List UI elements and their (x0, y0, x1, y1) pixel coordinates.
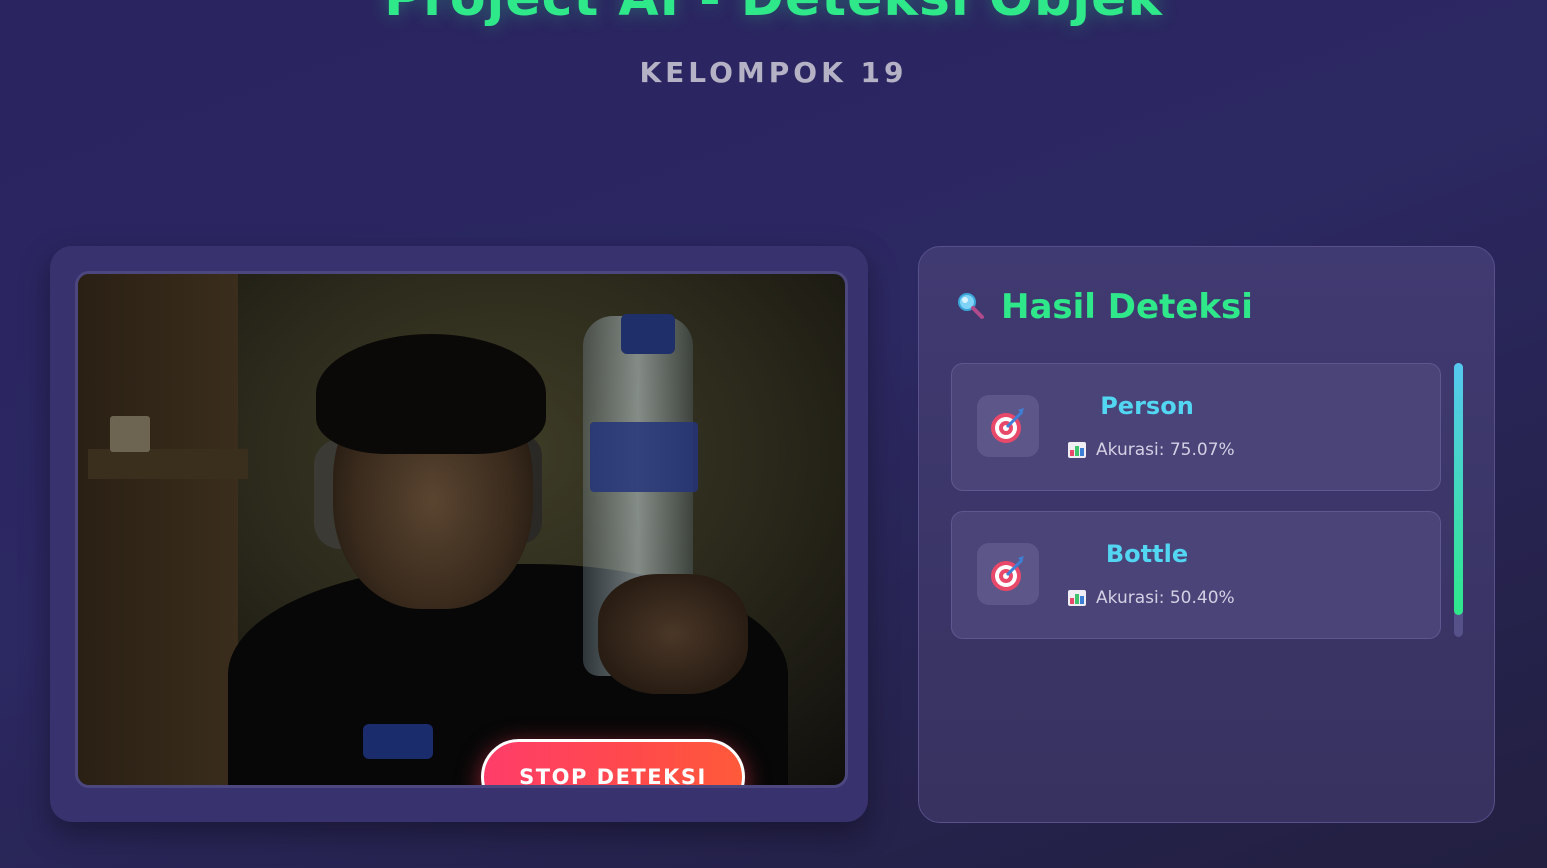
webcam-blue-object (363, 724, 433, 759)
detection-results-panel: Hasil Deteksi Person Akurasi: 75.07% Bot… (918, 246, 1495, 823)
target-icon (977, 395, 1039, 457)
page-title: Project AI - Deteksi Objek (0, 0, 1547, 28)
page-subtitle: KELOMPOK 19 (639, 56, 908, 89)
webcam-person-hand (598, 574, 748, 694)
result-item-person: Person Akurasi: 75.07% (951, 363, 1441, 491)
webcam-shelf (88, 449, 248, 479)
results-title: Hasil Deteksi (1001, 287, 1253, 327)
stop-detection-button[interactable]: STOP DETEKSI (481, 739, 745, 785)
webcam-video-feed: STOP DETEKSI (75, 271, 848, 788)
result-accuracy-text: Akurasi: 75.07% (1096, 440, 1235, 460)
webcam-person-hair (316, 334, 546, 454)
result-accuracy: Akurasi: 75.07% (1068, 440, 1235, 460)
webcam-bottle-label (590, 422, 698, 492)
camera-panel: STOP DETEKSI (50, 246, 868, 822)
magnifier-icon (955, 290, 985, 324)
results-scrollbar[interactable] (1454, 363, 1463, 637)
webcam-light-switch (110, 416, 150, 452)
results-scrollbar-thumb[interactable] (1454, 363, 1463, 615)
bar-chart-icon (1068, 442, 1086, 458)
results-header: Hasil Deteksi (955, 283, 1253, 331)
webcam-bottle-cap (621, 314, 675, 354)
result-accuracy-text: Akurasi: 50.40% (1096, 588, 1235, 608)
target-icon (977, 543, 1039, 605)
result-name: Bottle (1105, 540, 1189, 568)
result-name: Person (1100, 392, 1194, 420)
bar-chart-icon (1068, 590, 1086, 606)
webcam-background-wall (78, 274, 238, 785)
result-item-bottle: Bottle Akurasi: 50.40% (951, 511, 1441, 639)
result-accuracy: Akurasi: 50.40% (1068, 588, 1235, 608)
